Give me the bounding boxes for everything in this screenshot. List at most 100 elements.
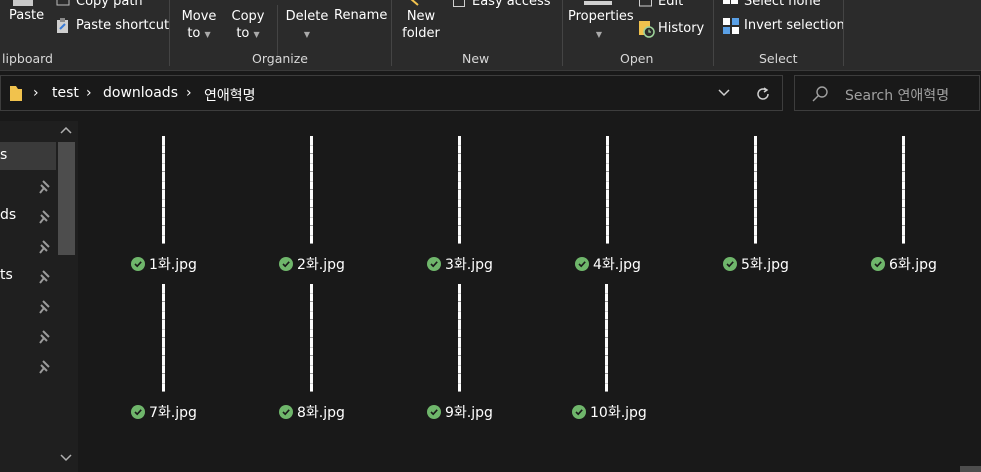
file-thumbnail[interactable]	[162, 284, 165, 392]
file-item[interactable]: 3화.jpg	[427, 254, 493, 274]
navigation-scrollbar[interactable]	[56, 121, 76, 472]
file-thumbnail[interactable]	[310, 136, 313, 244]
history-icon	[638, 20, 655, 42]
file-name: 7화.jpg	[149, 405, 197, 421]
breadcrumb-current-folder[interactable]: 연애혁명	[204, 85, 256, 105]
nav-item-selected[interactable]: s	[0, 142, 56, 170]
move-to-label: Move	[181, 9, 217, 24]
file-thumbnail[interactable]	[458, 284, 461, 392]
search-icon	[811, 85, 829, 107]
breadcrumb-downloads[interactable]: downloads	[103, 85, 178, 101]
pin-icon	[39, 270, 51, 284]
paste-button[interactable]: Paste	[9, 8, 44, 23]
move-to-button[interactable]: Move to ▼	[180, 8, 218, 43]
file-thumbnail[interactable]	[606, 136, 609, 244]
ribbon-divider	[713, 0, 714, 66]
scroll-up-icon[interactable]	[60, 124, 72, 139]
file-item[interactable]: 2화.jpg	[279, 254, 345, 274]
nav-item-label: ds	[0, 207, 17, 223]
invert-selection-button[interactable]: Invert selection	[744, 18, 845, 33]
caret-down-icon: ▼	[253, 30, 260, 39]
delete-button[interactable]: Delete ▼	[285, 8, 329, 43]
search-placeholder: Search 연애혁명	[845, 88, 950, 104]
file-thumbnail[interactable]	[310, 284, 313, 392]
edit-button[interactable]: Edit	[658, 0, 683, 9]
nav-item[interactable]	[0, 322, 56, 350]
file-item[interactable]: 7화.jpg	[131, 402, 197, 422]
organize-group-label: Organize	[252, 51, 308, 66]
file-thumbnail[interactable]	[458, 136, 461, 244]
new-folder-label-2: folder	[402, 26, 440, 41]
sync-check-icon	[427, 257, 441, 271]
new-group-label: New	[462, 51, 490, 66]
file-item[interactable]: 5화.jpg	[723, 254, 789, 274]
address-history-dropdown-icon[interactable]	[717, 87, 731, 103]
scrollbar-thumb[interactable]	[58, 142, 75, 255]
nav-item[interactable]	[0, 352, 56, 380]
pin-icon	[39, 330, 51, 344]
nav-item[interactable]	[0, 292, 56, 320]
copy-to-button[interactable]: Copy to ▼	[229, 8, 267, 43]
sync-check-icon	[427, 405, 441, 419]
sync-check-icon	[723, 257, 737, 271]
nav-item-label: s	[0, 147, 8, 163]
properties-button[interactable]: Properties ▼	[568, 8, 634, 43]
edit-icon	[639, 0, 653, 12]
paste-shortcut-icon	[56, 17, 70, 38]
ribbon-divider	[169, 0, 170, 66]
file-item[interactable]: 8화.jpg	[279, 402, 345, 422]
paste-shortcut-button[interactable]: Paste shortcut	[76, 18, 169, 33]
nav-item[interactable]	[0, 172, 56, 200]
content-scrollbar-thumb[interactable]	[960, 466, 981, 472]
copy-path-button[interactable]: Copy path	[76, 0, 143, 9]
nav-item[interactable]: ds	[0, 202, 56, 230]
file-thumbnail[interactable]	[605, 284, 608, 392]
refresh-icon[interactable]	[754, 85, 772, 107]
address-row: › test › downloads › 연애혁명 Search 연애혁명	[0, 71, 981, 117]
chevron-right-icon: ›	[33, 85, 39, 101]
new-folder-button[interactable]: New folder	[401, 8, 441, 42]
pin-icon	[39, 180, 51, 194]
pin-icon	[39, 360, 51, 374]
file-item[interactable]: 1화.jpg	[131, 254, 197, 274]
delete-label: Delete	[285, 9, 329, 24]
invert-selection-icon	[723, 18, 739, 38]
file-item[interactable]: 6화.jpg	[871, 254, 937, 274]
file-name: 2화.jpg	[297, 257, 345, 273]
sync-check-icon	[279, 405, 293, 419]
sync-check-icon	[131, 257, 145, 271]
sync-check-icon	[575, 257, 589, 271]
file-thumbnail[interactable]	[754, 136, 757, 244]
caret-down-icon: ▼	[303, 30, 311, 39]
file-view	[78, 121, 981, 472]
chevron-right-icon: ›	[86, 85, 92, 101]
pin-icon	[39, 240, 51, 254]
search-box[interactable]: Search 연애혁명	[794, 75, 980, 111]
file-thumbnail[interactable]	[162, 136, 165, 244]
file-name: 5화.jpg	[741, 257, 789, 273]
nav-item[interactable]	[0, 232, 56, 260]
breadcrumb-test[interactable]: test	[52, 85, 79, 101]
file-item[interactable]: 4화.jpg	[575, 254, 641, 274]
copy-path-icon	[56, 0, 70, 11]
file-item[interactable]: 10화.jpg	[572, 402, 647, 422]
nav-item[interactable]: ts	[0, 262, 56, 290]
properties-label: Properties	[568, 9, 634, 24]
select-none-button[interactable]: Select none	[744, 0, 821, 9]
address-bar[interactable]: › test › downloads › 연애혁명	[0, 75, 783, 111]
ribbon-divider	[843, 0, 844, 66]
folder-icon	[8, 85, 24, 106]
scroll-down-icon[interactable]	[60, 452, 72, 467]
easy-access-button[interactable]: Easy access	[472, 0, 551, 9]
pin-icon	[39, 210, 51, 224]
clipboard-group-label: lipboard	[2, 51, 53, 66]
file-item[interactable]: 9화.jpg	[427, 402, 493, 422]
select-none-icon	[723, 0, 739, 12]
rename-button[interactable]: Rename	[334, 8, 387, 23]
move-to-label-2: to	[187, 26, 201, 41]
ribbon-divider	[391, 0, 392, 66]
file-name: 4화.jpg	[593, 257, 641, 273]
history-button[interactable]: History	[658, 21, 704, 36]
chevron-right-icon: ›	[186, 85, 192, 101]
file-thumbnail[interactable]	[902, 136, 905, 244]
